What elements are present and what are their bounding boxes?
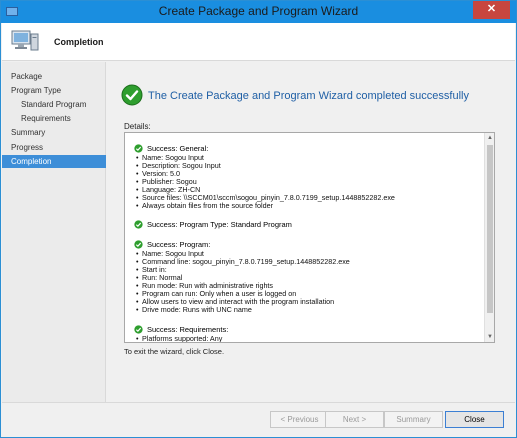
success-check-icon (134, 325, 143, 334)
nav-item-package[interactable]: Package (2, 70, 106, 83)
wizard-nav: Package Program Type Standard Program Re… (2, 62, 106, 402)
section-title: Success: General: (147, 144, 209, 153)
success-check-icon (121, 84, 143, 106)
close-button[interactable]: Close (445, 411, 504, 428)
window-title: Create Package and Program Wizard (158, 4, 359, 18)
next-button[interactable]: Next > (325, 411, 384, 428)
detail-item: Platforms supported: Any (136, 335, 222, 343)
scroll-down-icon[interactable]: ▼ (486, 333, 494, 341)
nav-item-program-type[interactable]: Program Type (2, 84, 106, 97)
section-title: Success: Requirements: (147, 325, 229, 334)
section-title: Success: Program: (147, 240, 211, 249)
success-check-icon (134, 220, 143, 229)
scroll-thumb[interactable] (487, 145, 493, 313)
success-check-icon (134, 144, 143, 153)
wizard-footer: < Previous Next > Summary Close (2, 402, 515, 437)
section-title: Success: Program Type: Standard Program (147, 220, 292, 229)
details-scrollbar[interactable]: ▲ ▼ (484, 133, 494, 342)
detail-item: Drive mode: Runs with UNC name (136, 306, 252, 315)
detail-item: Command line: sogou_pinyin_7.8.0.7199_se… (136, 258, 350, 267)
previous-button[interactable]: < Previous (270, 411, 329, 428)
nav-item-standard-program[interactable]: Standard Program (2, 98, 106, 111)
wizard-content: The Create Package and Program Wizard co… (107, 62, 515, 402)
nav-item-completion[interactable]: Completion (2, 155, 106, 168)
exit-instruction: To exit the wizard, click Close. (124, 347, 225, 356)
wizard-window: Create Package and Program Wizard ✕ Comp… (0, 0, 517, 438)
nav-item-progress[interactable]: Progress (2, 141, 106, 154)
close-window-button[interactable]: ✕ (473, 1, 510, 19)
nav-item-summary[interactable]: Summary (2, 126, 106, 139)
scroll-up-icon[interactable]: ▲ (486, 134, 494, 142)
nav-item-requirements[interactable]: Requirements (2, 112, 106, 125)
success-heading: The Create Package and Program Wizard co… (148, 90, 469, 102)
page-title: Completion (54, 37, 104, 47)
wizard-header: Completion (2, 23, 515, 61)
computer-icon (11, 30, 39, 51)
title-bar: Create Package and Program Wizard ✕ (1, 1, 516, 23)
summary-button[interactable]: Summary (384, 411, 443, 428)
success-check-icon (134, 240, 143, 249)
details-box[interactable]: Success: General: Name: Sogou Input Desc… (124, 132, 495, 343)
detail-item: Always obtain files from the source fold… (136, 202, 273, 211)
details-label: Details: (124, 122, 151, 131)
